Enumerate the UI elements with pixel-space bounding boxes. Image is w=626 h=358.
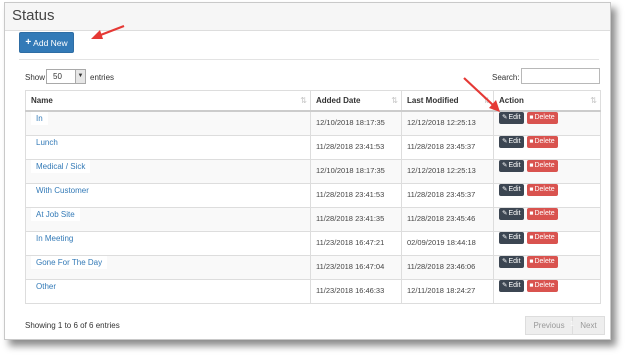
last-modified: 11/28/2018 23:45:46 xyxy=(407,213,476,223)
table-row: In 12/10/2018 18:17:35 12/12/2018 12:25:… xyxy=(25,110,601,136)
pencil-icon: ✎ xyxy=(502,257,508,265)
delete-button[interactable]: ■Delete xyxy=(526,135,558,148)
edit-button[interactable]: ✎Edit xyxy=(499,255,524,268)
pagination: Previous Next 1 xyxy=(525,316,605,335)
status-name-link[interactable]: Gone For The Day xyxy=(31,255,108,269)
pencil-icon: ✎ xyxy=(502,233,508,241)
table-row: Gone For The Day 11/23/2018 16:47:04 11/… xyxy=(25,254,601,280)
edit-button[interactable]: ✎Edit xyxy=(499,183,524,196)
trash-icon: ■ xyxy=(529,257,534,265)
next-button[interactable]: Next xyxy=(573,317,604,334)
status-name-link[interactable]: Other xyxy=(31,279,62,293)
table-row: Medical / Sick 12/10/2018 18:17:35 12/12… xyxy=(25,158,601,184)
added-date: 11/23/2018 16:47:04 xyxy=(316,261,385,271)
delete-button[interactable]: ■Delete xyxy=(526,255,558,268)
table-row: Other 11/23/2018 16:46:33 12/11/2018 18:… xyxy=(25,278,601,304)
previous-button[interactable]: Previous xyxy=(526,317,573,334)
edit-button[interactable]: ✎Edit xyxy=(499,159,524,172)
trash-icon: ■ xyxy=(529,161,534,169)
delete-button[interactable]: ■Delete xyxy=(526,159,558,172)
added-date: 12/10/2018 18:17:35 xyxy=(316,118,385,127)
search-input[interactable] xyxy=(521,68,600,84)
added-date: 11/28/2018 23:41:53 xyxy=(316,189,385,199)
delete-button[interactable]: ■Delete xyxy=(526,279,558,292)
last-modified: 02/09/2019 18:44:18 xyxy=(407,237,476,247)
trash-icon: ■ xyxy=(529,233,534,241)
page-length-value: 50 xyxy=(53,72,62,81)
pencil-icon: ✎ xyxy=(502,281,508,289)
divider xyxy=(19,59,599,60)
added-date: 11/28/2018 23:41:35 xyxy=(316,213,385,223)
status-name-link[interactable]: At Job Site xyxy=(31,207,80,221)
add-new-button[interactable]: + Add New xyxy=(19,32,74,53)
search-label: Search: xyxy=(492,73,520,82)
last-modified: 12/11/2018 18:24:27 xyxy=(407,285,476,295)
pencil-icon: ✎ xyxy=(502,209,508,217)
column-header-action[interactable]: Action ⇅ xyxy=(493,90,601,112)
entries-label: entries xyxy=(90,73,115,82)
table-row: At Job Site 11/28/2018 23:41:35 11/28/20… xyxy=(25,206,601,232)
last-modified: 11/28/2018 23:46:06 xyxy=(407,261,476,271)
pencil-icon: ✎ xyxy=(502,137,508,145)
added-date: 11/23/2018 16:47:21 xyxy=(316,237,385,247)
trash-icon: ■ xyxy=(529,137,534,145)
plus-icon: + xyxy=(25,37,32,48)
table-row: With Customer 11/28/2018 23:41:53 11/28/… xyxy=(25,182,601,208)
added-date: 12/10/2018 18:17:35 xyxy=(316,165,385,175)
added-date: 11/28/2018 23:41:53 xyxy=(316,141,385,151)
current-page[interactable]: 1 xyxy=(570,321,574,328)
edit-button[interactable]: ✎Edit xyxy=(499,231,524,244)
delete-button[interactable]: ■Delete xyxy=(526,207,558,220)
panel-header: Status xyxy=(5,3,610,31)
last-modified: 12/12/2018 12:25:13 xyxy=(407,165,476,175)
add-new-label: Add New xyxy=(33,37,68,48)
column-header-last-modified[interactable]: Last Modified ⇅ xyxy=(401,90,494,112)
edit-button[interactable]: ✎Edit xyxy=(499,207,524,220)
trash-icon: ■ xyxy=(529,185,534,193)
last-modified: 12/12/2018 12:25:13 xyxy=(407,118,476,127)
edit-button[interactable]: ✎Edit xyxy=(499,112,524,124)
added-date: 11/23/2018 16:46:33 xyxy=(316,285,385,295)
last-modified: 11/28/2018 23:45:37 xyxy=(407,189,476,199)
status-name-link[interactable]: Lunch xyxy=(31,135,63,149)
caret-down-icon: ▼ xyxy=(75,70,85,83)
delete-button[interactable]: ■Delete xyxy=(526,231,558,244)
status-name-link[interactable]: In xyxy=(31,112,48,125)
pencil-icon: ✎ xyxy=(502,185,508,193)
page-title: Status xyxy=(12,7,55,24)
delete-button[interactable]: ■Delete xyxy=(526,183,558,196)
table-row: Lunch 11/28/2018 23:41:53 11/28/2018 23:… xyxy=(25,134,601,160)
edit-button[interactable]: ✎Edit xyxy=(499,279,524,292)
page-length-select[interactable]: 50 ▼ xyxy=(46,69,86,84)
table-info: Showing 1 to 6 of 6 entries xyxy=(25,321,120,330)
trash-icon: ■ xyxy=(529,114,534,121)
status-panel: Status + Add New Show 50 ▼ entries Searc… xyxy=(4,2,611,340)
column-header-name[interactable]: Name ⇅ xyxy=(25,90,311,112)
sort-icon: ⇅ xyxy=(483,96,490,105)
delete-button[interactable]: ■Delete xyxy=(526,112,558,124)
sort-icon: ⇅ xyxy=(590,96,597,105)
trash-icon: ■ xyxy=(529,281,534,289)
edit-button[interactable]: ✎Edit xyxy=(499,135,524,148)
status-name-link[interactable]: With Customer xyxy=(31,183,94,197)
status-name-link[interactable]: In Meeting xyxy=(31,231,79,245)
sort-icon: ⇅ xyxy=(391,96,398,105)
show-label: Show xyxy=(25,73,46,82)
status-name-link[interactable]: Medical / Sick xyxy=(31,159,91,173)
column-header-added-date[interactable]: Added Date ⇅ xyxy=(310,90,402,112)
status-table: Name ⇅ Added Date ⇅ Last Modified ⇅ Action ⇅… xyxy=(25,90,601,304)
pencil-icon: ✎ xyxy=(502,161,508,169)
pencil-icon: ✎ xyxy=(502,114,508,121)
table-row: In Meeting 11/23/2018 16:47:21 02/09/201… xyxy=(25,230,601,256)
last-modified: 11/28/2018 23:45:37 xyxy=(407,141,476,151)
trash-icon: ■ xyxy=(529,209,534,217)
sort-icon: ⇅ xyxy=(300,96,307,105)
